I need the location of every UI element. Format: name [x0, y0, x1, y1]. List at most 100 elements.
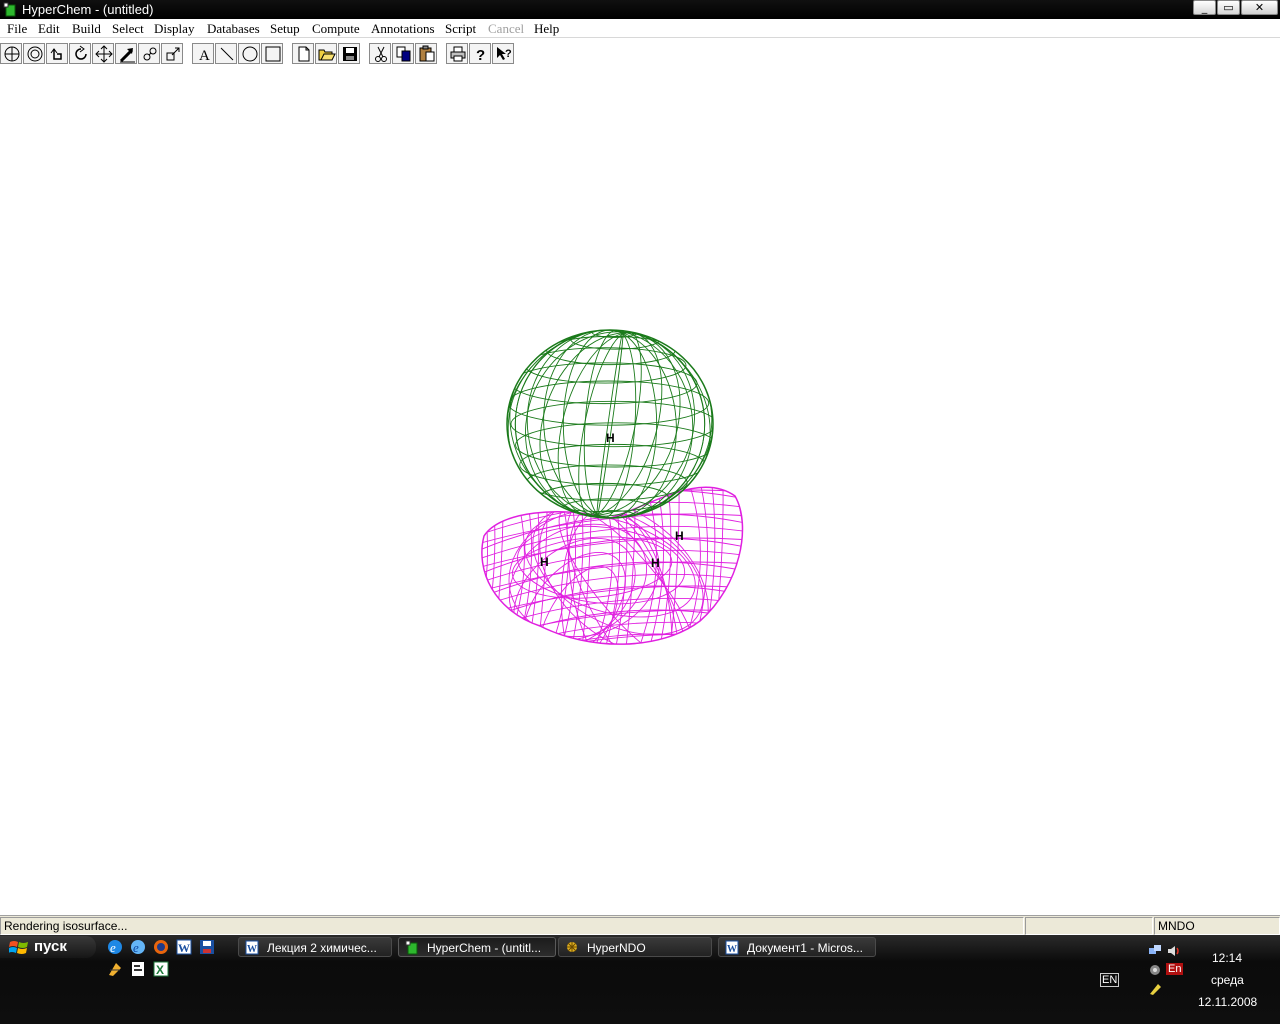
- save-disk-icon[interactable]: [198, 938, 216, 956]
- word-icon[interactable]: W: [175, 938, 193, 956]
- translate-z-tool-button[interactable]: [115, 43, 137, 64]
- context-help-button[interactable]: ?: [492, 43, 514, 64]
- menu-compute[interactable]: Compute: [312, 21, 360, 37]
- task-label: HyperChem - (untitl...: [427, 941, 542, 955]
- translate-z-tool-icon: [119, 48, 135, 63]
- new-file-button[interactable]: [292, 43, 314, 64]
- molecule-workspace[interactable]: H H H H: [0, 66, 1280, 915]
- word-doc-icon: W: [245, 940, 259, 955]
- svg-text:W: W: [178, 941, 190, 955]
- menu-bar: File Edit Build Select Display Databases…: [0, 19, 1280, 38]
- windows-taskbar: пуск e e W X W Лекция 2 химичес... Hyper…: [0, 935, 1280, 1024]
- cut-button[interactable]: [369, 43, 391, 64]
- svg-text:X: X: [156, 963, 164, 977]
- menu-display[interactable]: Display: [154, 21, 194, 37]
- close-button[interactable]: ✕: [1241, 0, 1278, 15]
- svg-text:e: e: [133, 940, 139, 955]
- mesh-curve: [460, 486, 480, 656]
- language-indicator[interactable]: EN: [1100, 973, 1120, 987]
- menu-help[interactable]: Help: [534, 21, 559, 37]
- select-tool-button[interactable]: [23, 43, 45, 64]
- minimize-button[interactable]: _: [1193, 0, 1216, 15]
- hyperndo-icon: [567, 942, 577, 952]
- molecule-view[interactable]: H H H H: [0, 66, 1280, 915]
- clock-time[interactable]: 12:14: [1212, 951, 1242, 965]
- mesh-longitude-line: [525, 331, 695, 517]
- mesh-curve: [657, 487, 672, 645]
- ellipse-annotation-icon: [242, 46, 258, 62]
- save-file-button[interactable]: [338, 43, 360, 64]
- print-button[interactable]: [446, 43, 468, 64]
- copy-button[interactable]: [392, 43, 414, 64]
- task-button-document1[interactable]: W Документ1 - Micros...: [718, 937, 876, 957]
- rotate-xy-tool-button[interactable]: [46, 43, 68, 64]
- status-bar: Rendering isosurface... MNDO: [0, 915, 1280, 935]
- status-method: MNDO: [1154, 917, 1280, 935]
- toolbar: A ? ?: [0, 40, 1280, 66]
- document-icon[interactable]: [129, 960, 147, 978]
- mesh-curve: [492, 487, 504, 645]
- menu-select[interactable]: Select: [112, 21, 144, 37]
- antivirus-icon[interactable]: [1148, 963, 1162, 977]
- text-annotation-icon: A: [199, 48, 210, 63]
- ie-alt-icon[interactable]: e: [129, 938, 147, 956]
- text-annotation-button[interactable]: A: [192, 43, 214, 64]
- task-button-hyperchem[interactable]: HyperChem - (untitl...: [398, 937, 556, 957]
- svg-text:?: ?: [476, 47, 485, 63]
- rotate-z-tool-button[interactable]: [69, 43, 91, 64]
- menu-script[interactable]: Script: [445, 21, 476, 37]
- mesh-curve: [481, 549, 743, 587]
- pen-tray-icon[interactable]: [1148, 982, 1162, 996]
- zoom-tool-icon: [143, 47, 157, 61]
- menu-setup[interactable]: Setup: [270, 21, 300, 37]
- menu-annotations[interactable]: Annotations: [371, 21, 435, 37]
- atom-label-h1[interactable]: H: [606, 431, 615, 445]
- firefox-icon[interactable]: [152, 938, 170, 956]
- start-label: пуск: [34, 938, 67, 955]
- shortcut-icon[interactable]: [106, 960, 124, 978]
- clip-tool-button[interactable]: [161, 43, 183, 64]
- menu-file[interactable]: File: [7, 21, 27, 37]
- atom-label-h2[interactable]: H: [675, 529, 684, 543]
- menu-edit[interactable]: Edit: [38, 21, 60, 37]
- atom-label-h3[interactable]: H: [540, 555, 549, 569]
- new-file-icon: [298, 46, 310, 62]
- copy-icon: [396, 46, 411, 62]
- hyperchem-app-icon: [3, 2, 16, 17]
- ellipse-annotation-button[interactable]: [238, 43, 260, 64]
- mesh-curve: [690, 487, 708, 645]
- open-file-button[interactable]: [315, 43, 337, 64]
- ie-icon[interactable]: e: [106, 938, 124, 956]
- mesh-curve: [701, 487, 716, 645]
- mesh-curve: [481, 633, 743, 645]
- help-icon: ?: [476, 47, 485, 63]
- title-bar[interactable]: HyperChem - (untitled) _ ▭ ✕: [0, 0, 1280, 19]
- svg-text:W: W: [247, 944, 257, 955]
- menu-databases[interactable]: Databases: [207, 21, 260, 37]
- mesh-curve: [481, 487, 488, 645]
- network-icon[interactable]: [1148, 944, 1162, 958]
- clip-tool-icon: [166, 47, 180, 61]
- line-annotation-button[interactable]: [215, 43, 237, 64]
- task-button-hyperndo[interactable]: HyperNDO: [558, 937, 712, 957]
- translate-tool-button[interactable]: [92, 43, 114, 64]
- clock-date: 12.11.2008: [1198, 995, 1258, 1009]
- volume-icon[interactable]: [1166, 944, 1180, 958]
- paste-button[interactable]: [415, 43, 437, 64]
- text-tool-glyph: A: [199, 48, 210, 63]
- start-button[interactable]: пуск: [0, 936, 96, 958]
- maximize-button[interactable]: ▭: [1217, 0, 1240, 15]
- excel-icon[interactable]: X: [152, 960, 170, 978]
- language-badge[interactable]: En: [1166, 963, 1184, 975]
- rectangle-annotation-button[interactable]: [261, 43, 283, 64]
- zoom-tool-button[interactable]: [138, 43, 160, 64]
- mesh-curve: [481, 633, 743, 645]
- help-button[interactable]: ?: [469, 43, 491, 64]
- svg-text:e: e: [110, 940, 116, 955]
- draw-tool-button[interactable]: [0, 43, 22, 64]
- task-button-lecture[interactable]: W Лекция 2 химичес...: [238, 937, 392, 957]
- menu-build[interactable]: Build: [72, 21, 101, 37]
- status-middle: [1025, 917, 1153, 935]
- atom-label-h4[interactable]: H: [651, 556, 660, 570]
- clock-day: среда: [1211, 973, 1244, 987]
